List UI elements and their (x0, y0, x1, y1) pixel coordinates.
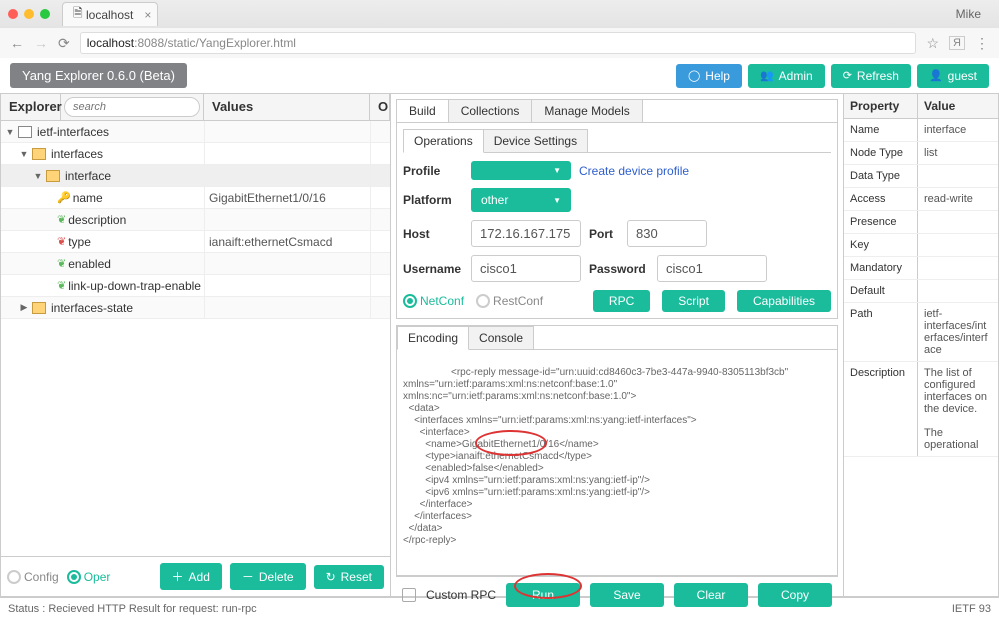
delete-button[interactable]: －Delete (230, 563, 306, 590)
profile-dropdown[interactable] (471, 161, 571, 180)
browser-tab[interactable]: 🗎 localhost × (62, 2, 158, 26)
tab-operations[interactable]: Operations (403, 129, 484, 153)
capabilities-button[interactable]: Capabilities (737, 290, 831, 312)
tree-row[interactable]: ▼interface (1, 165, 390, 187)
property-row: Default (844, 280, 998, 303)
reset-button[interactable]: ↻Reset (314, 565, 384, 589)
o-header: O (370, 94, 390, 120)
property-row: DescriptionThe list of configured interf… (844, 362, 998, 457)
main-tabs: Build Collections Manage Models (396, 99, 838, 122)
property-row: Accessread-write (844, 188, 998, 211)
app-title: Yang Explorer 0.6.0 (Beta) (10, 63, 187, 88)
tree-row[interactable]: ❦description (1, 209, 390, 231)
reset-icon: ↻ (326, 570, 336, 584)
script-button[interactable]: Script (662, 290, 725, 312)
explorer-tree[interactable]: ▼ietf-interfaces▼interfaces▼interface🔑na… (1, 121, 390, 556)
close-tab-icon[interactable]: × (144, 8, 151, 22)
restconf-radio[interactable]: RestConf (476, 294, 543, 308)
clear-button[interactable]: Clear (674, 583, 748, 607)
copy-button[interactable]: Copy (758, 583, 832, 607)
guest-button[interactable]: 👤guest (917, 64, 989, 88)
explorer-header: Explorer (1, 94, 61, 120)
platform-label: Platform (403, 193, 463, 207)
username-label: Username (403, 262, 463, 276)
tree-row[interactable]: 🔑nameGigabitEthernet1/0/16 (1, 187, 390, 209)
tree-row[interactable]: ❦typeianaift:ethernetCsmacd (1, 231, 390, 253)
page-icon: 🗎 (73, 4, 83, 25)
tree-row[interactable]: ▶interfaces-state (1, 297, 390, 319)
save-button[interactable]: Save (590, 583, 664, 607)
status-right: IETF 93 (952, 603, 991, 615)
property-row: Mandatory (844, 257, 998, 280)
xml-output[interactable]: <rpc-reply message-id="urn:uuid:cd8460c3… (397, 350, 837, 575)
tab-build[interactable]: Build (397, 100, 449, 122)
plus-icon: ＋ (172, 568, 184, 585)
tree-row[interactable]: ❦enabled (1, 253, 390, 275)
user-icon: 👤 (929, 69, 943, 82)
tab-title: localhost (86, 8, 133, 22)
search-input[interactable] (64, 97, 200, 117)
custom-rpc-label: Custom RPC (426, 588, 496, 602)
translate-icon[interactable]: Я (949, 36, 965, 50)
reload-icon[interactable]: ⟳ (58, 35, 70, 52)
values-header: Values (204, 94, 370, 120)
rpc-button[interactable]: RPC (593, 290, 650, 312)
property-table: NameinterfaceNode TypelistData TypeAcces… (844, 119, 998, 596)
window-controls[interactable] (8, 9, 50, 19)
back-icon[interactable]: ← (10, 35, 24, 51)
bookmark-icon[interactable]: ☆ (926, 35, 939, 52)
port-label: Port (589, 227, 619, 241)
tab-console[interactable]: Console (468, 326, 534, 349)
property-row: Data Type (844, 165, 998, 188)
username-input[interactable] (471, 255, 581, 282)
tree-row[interactable]: ▼interfaces (1, 143, 390, 165)
forward-icon: → (34, 35, 48, 51)
help-icon: ◯ (688, 69, 700, 82)
property-row: Nameinterface (844, 119, 998, 142)
minus-icon: － (242, 568, 254, 585)
create-profile-link[interactable]: Create device profile (579, 164, 689, 178)
tab-manage-models[interactable]: Manage Models (532, 100, 642, 122)
property-row: Presence (844, 211, 998, 234)
port-input[interactable] (627, 220, 707, 247)
status-text: Status : Recieved HTTP Result for reques… (8, 603, 257, 615)
add-button[interactable]: ＋Add (160, 563, 222, 590)
password-input[interactable] (657, 255, 767, 282)
host-label: Host (403, 227, 463, 241)
admin-button[interactable]: 👥Admin (748, 64, 825, 88)
annotation-oval (514, 573, 582, 599)
property-row: Pathietf-interfaces/interfaces/interface (844, 303, 998, 362)
password-label: Password (589, 262, 649, 276)
help-button[interactable]: ◯Help (676, 64, 742, 88)
oper-radio[interactable]: Oper (67, 570, 111, 584)
tree-row[interactable]: ▼ietf-interfaces (1, 121, 390, 143)
browser-profile[interactable]: Mike (956, 7, 981, 21)
platform-dropdown[interactable]: other (471, 188, 571, 212)
netconf-radio[interactable]: NetConf (403, 294, 464, 308)
refresh-button[interactable]: ⟳Refresh (831, 64, 911, 88)
menu-icon[interactable]: ⋮ (975, 35, 989, 52)
tab-device-settings[interactable]: Device Settings (483, 129, 588, 152)
tree-row[interactable]: ❦link-up-down-trap-enable (1, 275, 390, 297)
config-radio[interactable]: Config (7, 570, 59, 584)
host-input[interactable] (471, 220, 581, 247)
custom-rpc-checkbox[interactable] (402, 588, 416, 602)
annotation-oval (475, 430, 547, 456)
property-row: Node Typelist (844, 142, 998, 165)
address-bar[interactable]: localhost:8088/static/YangExplorer.html (80, 32, 917, 54)
users-icon: 👥 (760, 69, 774, 82)
tab-encoding[interactable]: Encoding (397, 326, 469, 350)
refresh-icon: ⟳ (843, 69, 852, 82)
tab-collections[interactable]: Collections (449, 100, 533, 122)
profile-label: Profile (403, 164, 463, 178)
property-row: Key (844, 234, 998, 257)
property-header: Property (844, 94, 918, 118)
value-header: Value (918, 94, 998, 118)
